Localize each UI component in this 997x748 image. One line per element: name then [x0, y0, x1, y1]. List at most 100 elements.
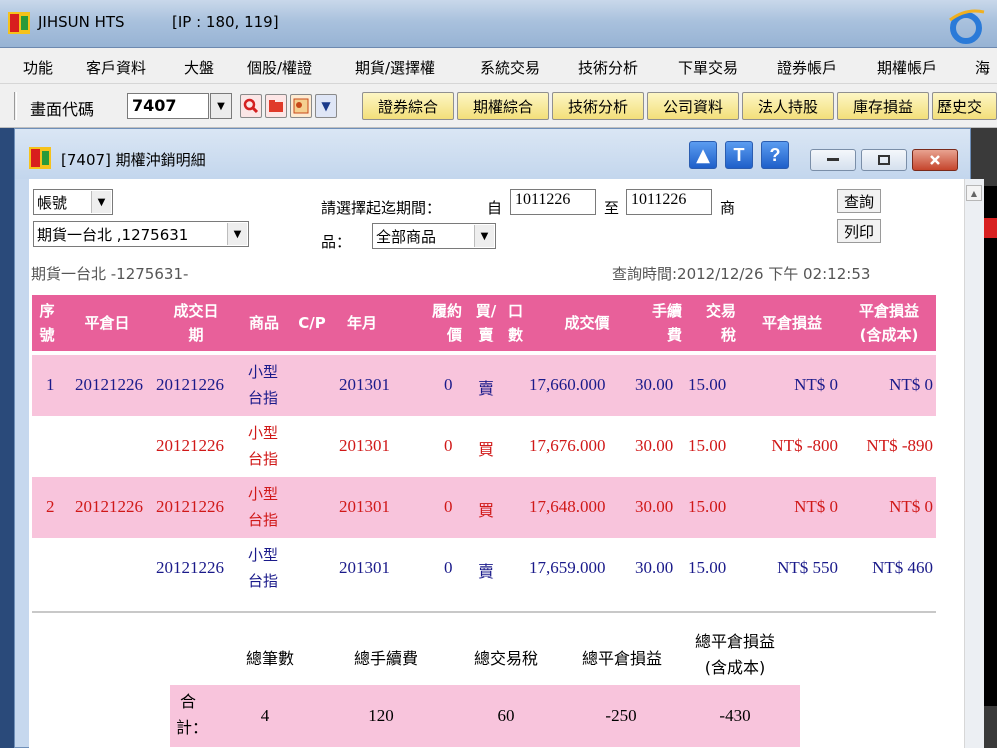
t-button[interactable]: T	[725, 141, 753, 169]
menu-technical[interactable]: 技術分析	[578, 57, 638, 78]
th-product: 商品	[248, 314, 279, 332]
th-fee: 手續費	[651, 302, 682, 344]
cell-product: 小型 台指	[248, 363, 279, 407]
app-title-bar: JIHSUN HTS [IP : 180, 119]	[0, 0, 997, 48]
start-date-input[interactable]: 1011226	[510, 189, 596, 215]
history-button[interactable]: 歷史交	[932, 92, 997, 120]
account-select[interactable]: 期貨一台北 ,1275631 ▼	[33, 221, 249, 247]
cell-pnl: NT$ 550	[777, 558, 838, 577]
th-pnl-cost: 平倉損益 (含成本)	[858, 302, 919, 344]
menu-stocks[interactable]: 個股/權證	[247, 57, 312, 78]
summary-fee-value: 120	[368, 706, 394, 725]
th-pnl: 平倉損益	[761, 314, 822, 332]
cell-price: 17,676.000	[529, 436, 606, 455]
cell-pnl-cost: NT$ 0	[889, 497, 933, 516]
table-header: 序號 平倉日 成交日期 商品 C/P 年月 履約價 買/賣 口數 成交價 手續費…	[32, 295, 936, 351]
menu-futures[interactable]: 期貨/選擇權	[355, 57, 435, 78]
cell-buy-sell: 買	[478, 440, 495, 459]
th-qty: 口數	[508, 302, 524, 344]
table-row[interactable]: 1 20121226 20121226 小型 台指 201301 0 賣 17,6…	[32, 355, 936, 416]
table-row[interactable]: 2 20121226 20121226 小型 台指 201301 0 買 17,6…	[32, 477, 936, 538]
cell-pnl: NT$ -800	[771, 436, 838, 455]
chevron-down-icon[interactable]: ▼	[210, 93, 232, 119]
cell-price: 17,660.000	[529, 375, 606, 394]
cell-close-date: 20121226	[75, 497, 143, 516]
scroll-up-icon[interactable]: ▲	[966, 185, 982, 201]
window-title: [7407] 期權沖銷明細	[61, 151, 206, 169]
table-row[interactable]: 20121226 小型 台指 201301 0 買 17,676.000 30.0…	[32, 416, 936, 477]
product-value: 全部商品	[376, 227, 437, 246]
cell-year-month: 201301	[339, 436, 390, 455]
menu-function[interactable]: 功能	[23, 57, 53, 78]
cell-trade-date: 20121226	[156, 436, 224, 455]
menu-order[interactable]: 下單交易	[678, 57, 738, 78]
print-button[interactable]: 列印	[837, 219, 881, 243]
search-icon[interactable]	[240, 94, 262, 118]
cell-strike: 0	[444, 497, 453, 516]
cell-year-month: 201301	[339, 375, 390, 394]
menu-bar: 功能 客戶資料 大盤 個股/權證 期貨/選擇權 系統交易 技術分析 下單交易 證…	[0, 48, 997, 84]
menu-customer[interactable]: 客戶資料	[86, 57, 146, 78]
end-date-input[interactable]: 1011226	[626, 189, 712, 215]
menu-system-trading[interactable]: 系統交易	[480, 57, 540, 78]
screen-code-label: 畫面代碼	[30, 100, 95, 119]
summary-total-label: 合計：	[176, 692, 209, 737]
th-year-month: 年月	[346, 314, 377, 332]
account-value: 期貨一台北 ,1275631	[37, 225, 189, 244]
app-logo-icon	[8, 12, 30, 34]
chevron-down-icon: ▼	[227, 223, 247, 245]
futures-overview-button[interactable]: 期權綜合	[457, 92, 549, 120]
app-ip: [IP : 180, 119]	[172, 13, 279, 31]
summary-tax-label: 總交易稅	[473, 649, 538, 668]
menu-futures-account[interactable]: 期權帳戶	[877, 57, 937, 78]
summary-pnl-cost-label: 總平倉損益 (含成本)	[694, 632, 775, 677]
product-select[interactable]: 全部商品 ▼	[372, 223, 496, 249]
vertical-scrollbar[interactable]	[964, 179, 984, 748]
institutional-holdings-button[interactable]: 法人持股	[742, 92, 834, 120]
company-info-button[interactable]: 公司資料	[647, 92, 739, 120]
th-strike: 履約價	[431, 302, 462, 344]
technical-analysis-button[interactable]: 技術分析	[552, 92, 644, 120]
menu-overseas[interactable]: 海	[975, 57, 990, 78]
account-type-select[interactable]: 帳號 ▼	[33, 189, 113, 215]
chevron-down-icon: ▼	[474, 225, 494, 247]
cell-strike: 0	[444, 436, 453, 455]
cell-tax: 15.00	[688, 558, 727, 577]
minimize-icon	[827, 158, 839, 161]
menu-market[interactable]: 大盤	[184, 57, 214, 78]
table-row[interactable]: 20121226 小型 台指 201301 0 賣 17,659.000 30.0…	[32, 538, 936, 599]
summary-pnl-value: -250	[605, 706, 637, 725]
inventory-pnl-button[interactable]: 庫存損益	[837, 92, 929, 120]
th-price: 成交價	[564, 314, 610, 332]
cell-pnl: NT$ 0	[794, 375, 838, 394]
maximize-icon	[878, 155, 890, 165]
screen-code-input[interactable]: 7407	[127, 93, 209, 119]
minimize-button[interactable]	[810, 149, 856, 171]
th-trade-date: 成交日期	[173, 302, 219, 344]
query-button[interactable]: 查詢	[837, 189, 881, 213]
close-button[interactable]	[912, 149, 958, 171]
dropdown-arrow-icon[interactable]: ▼	[315, 94, 337, 118]
position-close-window: [7407] 期權沖銷明細 ▲ T ? ▲ 帳號 ▼ 期貨一台北 ,127563…	[14, 128, 984, 748]
move-up-button[interactable]: ▲	[689, 141, 717, 169]
summary-fee-label: 總手續費	[353, 649, 418, 668]
query-time: 查詢時間:2012/12/26 下午 02:12:53	[612, 265, 871, 283]
toolbar: 畫面代碼 7407 ▼ ▼ 證券綜合 期權綜合 技術分析 公司資料 法人持股 庫…	[0, 84, 997, 128]
help-button[interactable]: ?	[761, 141, 789, 169]
cell-pnl: NT$ 0	[794, 497, 838, 516]
browser-icon[interactable]	[946, 6, 986, 46]
from-label: 自	[487, 199, 503, 217]
summary-pnl-label: 總平倉損益	[581, 649, 662, 668]
account-type-value: 帳號	[37, 193, 68, 212]
summary-pnl-cost-value: -430	[719, 706, 751, 725]
th-buy-sell: 買/賣	[475, 302, 497, 344]
menu-securities-account[interactable]: 證券帳戶	[777, 57, 837, 78]
maximize-button[interactable]	[861, 149, 907, 171]
cell-strike: 0	[444, 375, 453, 394]
close-icon	[930, 155, 940, 165]
securities-overview-button[interactable]: 證券綜合	[362, 92, 454, 120]
cell-fee: 30.00	[635, 436, 674, 455]
summary-row: 合計： 4 120 60 -250 -430	[170, 685, 800, 747]
chart-icon[interactable]	[290, 94, 312, 118]
folder-icon[interactable]	[265, 94, 287, 118]
